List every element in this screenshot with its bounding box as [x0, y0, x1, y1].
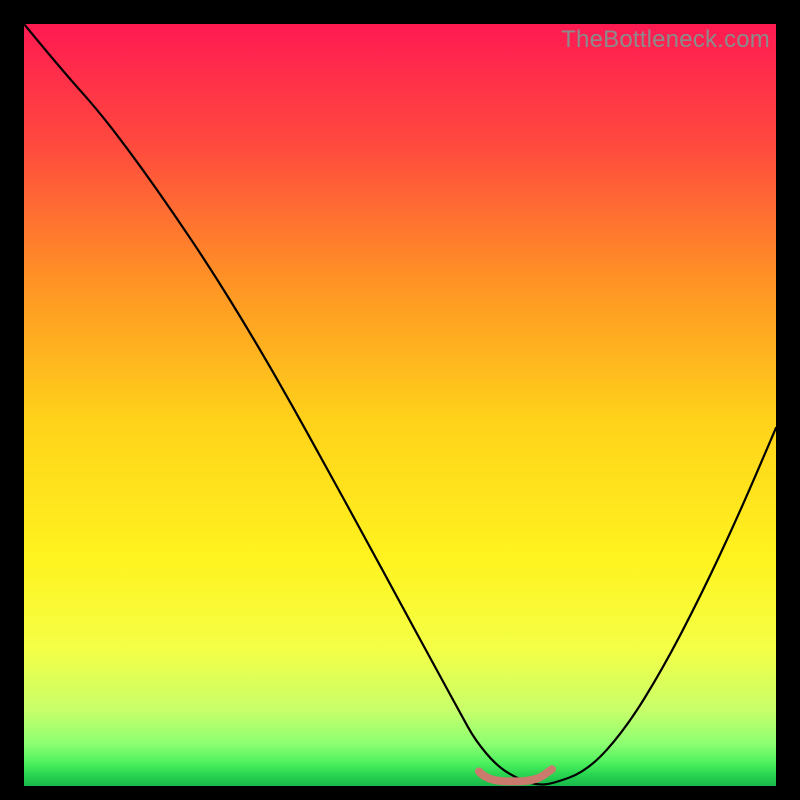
chart-frame: TheBottleneck.com [24, 24, 776, 786]
bottleneck-chart [24, 24, 776, 786]
gradient-background [24, 24, 776, 786]
